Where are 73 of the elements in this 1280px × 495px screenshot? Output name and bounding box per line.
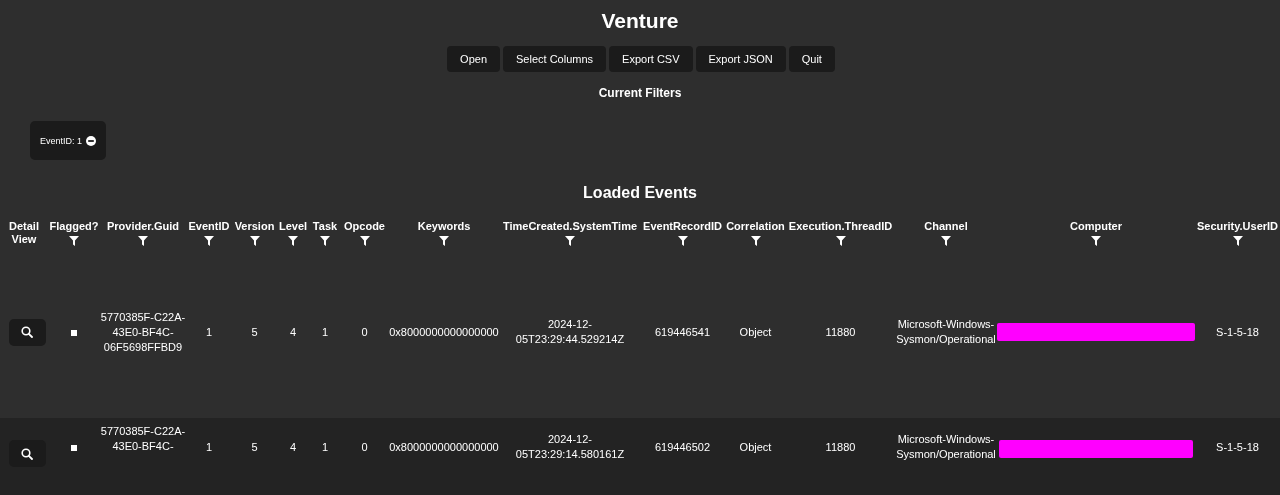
- filters-heading: Current Filters: [597, 85, 683, 101]
- column-header: Flagged?: [49, 220, 99, 232]
- table-cell: 5770385F-C22A-43E0-BF4C-06F5698FFBD9: [100, 310, 186, 353]
- detail-view-button[interactable]: [8, 318, 46, 346]
- table-cell: 0x8000000000000000: [389, 441, 499, 453]
- column-header: Execution.ThreadID: [788, 220, 893, 232]
- column-header: Version: [234, 220, 275, 232]
- table-cell: 0x8000000000000000: [389, 325, 499, 338]
- table-cell: S-1-5-18: [1216, 325, 1259, 338]
- filter-icon[interactable]: [288, 236, 298, 246]
- search-icon: [21, 447, 33, 460]
- filter-icon[interactable]: [835, 236, 846, 246]
- table-cell: 11880: [825, 441, 856, 453]
- filter-icon[interactable]: [750, 236, 761, 246]
- toolbar-button[interactable]: Quit: [788, 46, 835, 72]
- table-heading: Loaded Events: [582, 183, 698, 203]
- toolbar-button[interactable]: Open: [447, 46, 500, 72]
- table-cell: 1: [205, 325, 213, 338]
- filter-icon[interactable]: [69, 236, 79, 246]
- remove-filter-icon[interactable]: [86, 135, 97, 146]
- filter-icon[interactable]: [439, 236, 449, 246]
- table-cell: 619446502: [654, 441, 711, 453]
- column-header: Channel: [924, 220, 968, 232]
- filter-icon[interactable]: [677, 236, 688, 246]
- filter-icon[interactable]: [565, 236, 575, 246]
- column-header: Level: [278, 220, 308, 232]
- column-header: Provider.Guid: [106, 220, 180, 232]
- table-cell: 5: [251, 441, 258, 453]
- flag-checkbox[interactable]: [71, 445, 77, 451]
- filter-label: EventID: 1: [40, 135, 83, 146]
- filter-icon[interactable]: [1232, 236, 1243, 246]
- table-cell: Microsoft-Windows-Sysmon/Operational: [896, 318, 996, 345]
- column-header: Security.UserID: [1196, 220, 1279, 232]
- toolbar-button[interactable]: Export JSON: [695, 46, 786, 72]
- table-cell: 11880: [825, 325, 856, 338]
- table-cell: Object: [739, 441, 772, 453]
- column-header: Task: [312, 220, 338, 232]
- column-header: Keywords: [417, 220, 471, 232]
- column-header: Correlation: [726, 220, 785, 232]
- table-cell: 2024-12-05T23:29:14.580161Z: [515, 433, 625, 460]
- table-cell: 2024-12-05T23:29:44.529214Z: [515, 318, 625, 345]
- table-cell: 1: [321, 441, 329, 453]
- table-cell: 619446541: [654, 325, 711, 338]
- table-cell: 4: [289, 325, 297, 338]
- filter-icon[interactable]: [320, 236, 330, 246]
- flag-checkbox[interactable]: [71, 329, 77, 336]
- table-cell: 5770385F-C22A-43E0-BF4C-: [100, 425, 186, 452]
- filter-icon[interactable]: [249, 236, 260, 246]
- table-cell: 4: [289, 441, 297, 453]
- table-cell: Microsoft-Windows-Sysmon/Operational: [896, 433, 996, 460]
- column-header: Detail View: [9, 220, 39, 245]
- table-cell: 1: [321, 325, 329, 338]
- column-header: Computer: [1070, 220, 1122, 232]
- detail-view-button[interactable]: [8, 440, 46, 467]
- filter-icon[interactable]: [138, 236, 148, 246]
- table-cell: Object: [739, 325, 772, 338]
- toolbar-button[interactable]: Export CSV: [609, 46, 693, 72]
- table-cell: 0: [361, 325, 368, 338]
- filter-icon[interactable]: [941, 236, 951, 246]
- table-cell: 0: [361, 441, 368, 453]
- table-cell: S-1-5-18: [1216, 441, 1259, 453]
- column-header: Opcode: [344, 220, 385, 232]
- search-icon: [21, 326, 33, 338]
- table-cell: 5: [251, 325, 258, 338]
- app-title: Venture: [600, 8, 680, 34]
- filter-icon[interactable]: [1091, 236, 1101, 246]
- column-header: EventID: [188, 220, 230, 232]
- filter-icon[interactable]: [359, 236, 370, 246]
- toolbar-button[interactable]: Select Columns: [503, 46, 607, 72]
- column-header: TimeCreated.SystemTime: [502, 220, 638, 232]
- column-header: EventRecordID: [643, 220, 722, 232]
- filter-icon[interactable]: [204, 236, 214, 246]
- table-cell: 1: [205, 441, 213, 453]
